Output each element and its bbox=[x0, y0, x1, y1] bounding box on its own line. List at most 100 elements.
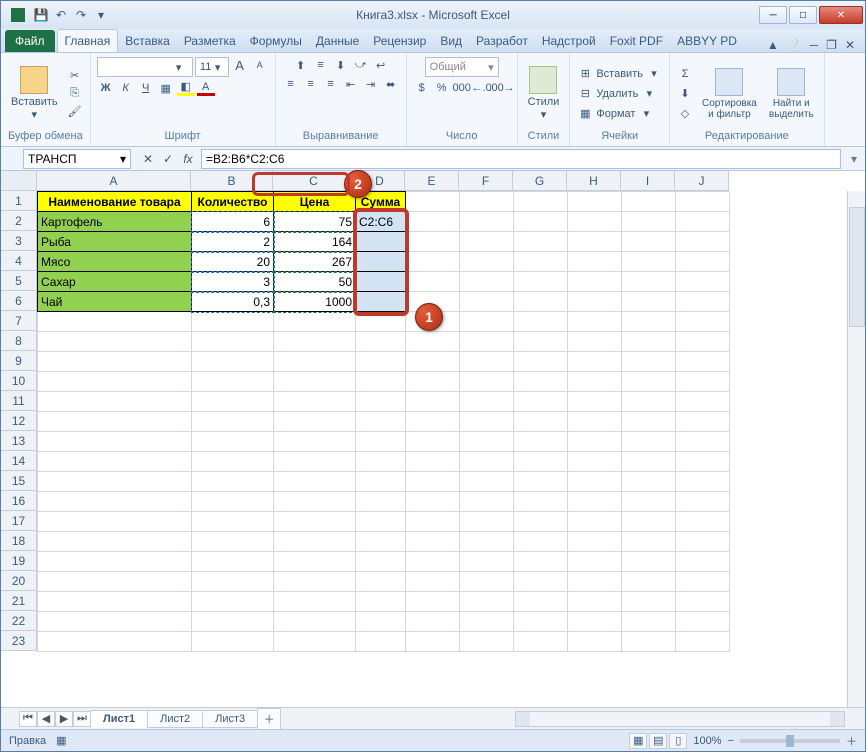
cell-A3[interactable]: Рыба bbox=[38, 232, 192, 252]
col-header-H[interactable]: H bbox=[567, 171, 621, 191]
cell-E18[interactable] bbox=[406, 532, 460, 552]
cell-C5[interactable]: 50 bbox=[274, 272, 356, 292]
row-header-16[interactable]: 16 bbox=[1, 491, 37, 511]
cell-G3[interactable] bbox=[514, 232, 568, 252]
cell-D7[interactable] bbox=[356, 312, 406, 332]
new-sheet-button[interactable]: ＋ bbox=[257, 708, 281, 730]
vertical-scrollbar[interactable] bbox=[847, 191, 865, 707]
orientation-icon[interactable]: ⤻ bbox=[352, 57, 370, 73]
cell-B11[interactable] bbox=[192, 392, 274, 412]
cell-A15[interactable] bbox=[38, 472, 192, 492]
sheet-tab-3[interactable]: Лист3 bbox=[202, 710, 258, 728]
row-header-6[interactable]: 6 bbox=[1, 291, 37, 311]
page-break-view-icon[interactable]: ▯ bbox=[669, 733, 687, 749]
cell-I12[interactable] bbox=[622, 412, 676, 432]
cell-I5[interactable] bbox=[622, 272, 676, 292]
autosum-icon[interactable]: Σ bbox=[676, 66, 694, 82]
cell-J16[interactable] bbox=[676, 492, 730, 512]
cell-B6[interactable]: 0,3 bbox=[192, 292, 274, 312]
row-header-1[interactable]: 1 bbox=[1, 191, 37, 211]
cell-E16[interactable] bbox=[406, 492, 460, 512]
cell-B20[interactable] bbox=[192, 572, 274, 592]
cell-F13[interactable] bbox=[460, 432, 514, 452]
format-painter-icon[interactable]: 🖌 bbox=[66, 104, 84, 120]
cell-A7[interactable] bbox=[38, 312, 192, 332]
border-icon[interactable]: ▦ bbox=[157, 80, 175, 96]
cell-A20[interactable] bbox=[38, 572, 192, 592]
tab-layout[interactable]: Разметка bbox=[177, 30, 243, 52]
mdi-min-icon[interactable]: ─ bbox=[810, 38, 819, 52]
cell-C10[interactable] bbox=[274, 372, 356, 392]
row-header-17[interactable]: 17 bbox=[1, 511, 37, 531]
cell-H19[interactable] bbox=[568, 552, 622, 572]
horizontal-scrollbar[interactable] bbox=[515, 711, 845, 727]
tab-abbyy[interactable]: ABBYY PD bbox=[670, 30, 744, 52]
cell-F1[interactable] bbox=[460, 192, 514, 212]
cell-G21[interactable] bbox=[514, 592, 568, 612]
cell-H11[interactable] bbox=[568, 392, 622, 412]
cell-I16[interactable] bbox=[622, 492, 676, 512]
bold-button[interactable]: Ж bbox=[97, 80, 115, 96]
row-header-22[interactable]: 22 bbox=[1, 611, 37, 631]
cell-B15[interactable] bbox=[192, 472, 274, 492]
cell-F19[interactable] bbox=[460, 552, 514, 572]
cell-G15[interactable] bbox=[514, 472, 568, 492]
cell-G6[interactable] bbox=[514, 292, 568, 312]
row-header-7[interactable]: 7 bbox=[1, 311, 37, 331]
cell-J1[interactable] bbox=[676, 192, 730, 212]
page-layout-view-icon[interactable]: ▤ bbox=[649, 733, 667, 749]
cell-J4[interactable] bbox=[676, 252, 730, 272]
row-header-5[interactable]: 5 bbox=[1, 271, 37, 291]
cell-H18[interactable] bbox=[568, 532, 622, 552]
mdi-close-icon[interactable]: ✕ bbox=[845, 38, 855, 52]
cell-C8[interactable] bbox=[274, 332, 356, 352]
cell-C16[interactable] bbox=[274, 492, 356, 512]
row-header-9[interactable]: 9 bbox=[1, 351, 37, 371]
cell-J22[interactable] bbox=[676, 612, 730, 632]
percent-icon[interactable]: % bbox=[433, 80, 451, 96]
save-icon[interactable]: 💾 bbox=[33, 7, 49, 23]
cell-E20[interactable] bbox=[406, 572, 460, 592]
cell-A8[interactable] bbox=[38, 332, 192, 352]
cell-G11[interactable] bbox=[514, 392, 568, 412]
cell-G16[interactable] bbox=[514, 492, 568, 512]
align-bottom-icon[interactable]: ⬇ bbox=[332, 57, 350, 73]
cell-C22[interactable] bbox=[274, 612, 356, 632]
cell-I15[interactable] bbox=[622, 472, 676, 492]
increase-indent-icon[interactable]: ⇥ bbox=[362, 76, 380, 92]
font-size-combo[interactable]: 11▾ bbox=[195, 57, 229, 77]
cell-H23[interactable] bbox=[568, 632, 622, 652]
cell-G5[interactable] bbox=[514, 272, 568, 292]
currency-icon[interactable]: $ bbox=[413, 80, 431, 96]
cell-A5[interactable]: Сахар bbox=[38, 272, 192, 292]
cell-H6[interactable] bbox=[568, 292, 622, 312]
cell-G10[interactable] bbox=[514, 372, 568, 392]
cell-D21[interactable] bbox=[356, 592, 406, 612]
cells-grid[interactable]: Наименование товараКоличествоЦенаСуммаКа… bbox=[37, 191, 865, 707]
cell-D8[interactable] bbox=[356, 332, 406, 352]
cell-I8[interactable] bbox=[622, 332, 676, 352]
cell-A23[interactable] bbox=[38, 632, 192, 652]
cell-H1[interactable] bbox=[568, 192, 622, 212]
cell-I14[interactable] bbox=[622, 452, 676, 472]
cell-G2[interactable] bbox=[514, 212, 568, 232]
cell-I6[interactable] bbox=[622, 292, 676, 312]
cell-F21[interactable] bbox=[460, 592, 514, 612]
cell-D12[interactable] bbox=[356, 412, 406, 432]
minimize-button[interactable]: ─ bbox=[759, 6, 787, 24]
cell-G23[interactable] bbox=[514, 632, 568, 652]
cell-E4[interactable] bbox=[406, 252, 460, 272]
cell-H13[interactable] bbox=[568, 432, 622, 452]
cell-G4[interactable] bbox=[514, 252, 568, 272]
cell-D20[interactable] bbox=[356, 572, 406, 592]
cancel-formula-icon[interactable]: ✕ bbox=[139, 150, 157, 168]
cell-C21[interactable] bbox=[274, 592, 356, 612]
sort-filter-button[interactable]: Сортировка и фильтр bbox=[698, 66, 761, 122]
insert-cells-button[interactable]: ⊞Вставить▾ bbox=[576, 66, 663, 82]
cell-B13[interactable] bbox=[192, 432, 274, 452]
cell-F15[interactable] bbox=[460, 472, 514, 492]
cell-C20[interactable] bbox=[274, 572, 356, 592]
cell-C7[interactable] bbox=[274, 312, 356, 332]
cell-H12[interactable] bbox=[568, 412, 622, 432]
cell-A4[interactable]: Мясо bbox=[38, 252, 192, 272]
